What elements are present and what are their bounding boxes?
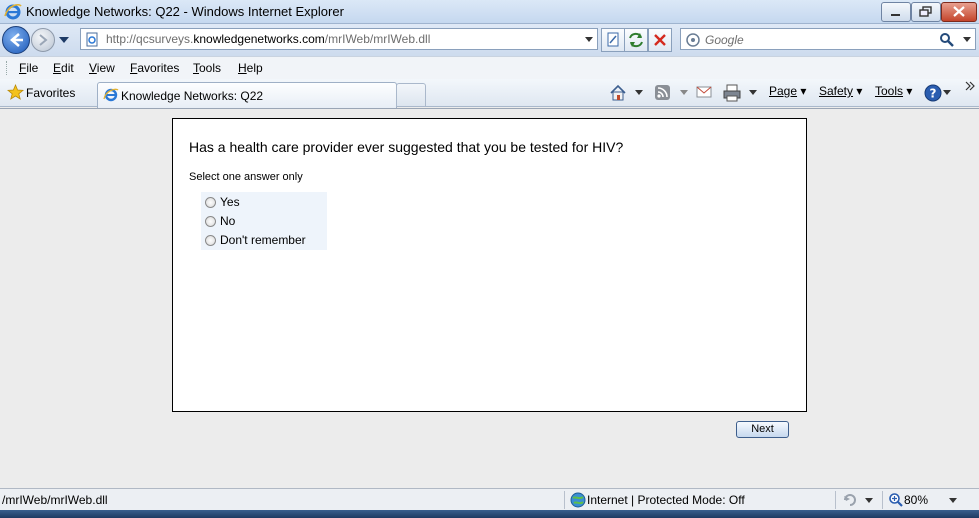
tools-menu-label: Tools xyxy=(875,84,904,98)
title-bar: Knowledge Networks: Q22 - Windows Intern… xyxy=(0,0,979,24)
forward-button[interactable] xyxy=(31,28,55,52)
chevron-right-icon[interactable] xyxy=(964,81,976,91)
favorites-label: Favorites xyxy=(26,86,76,100)
next-button[interactable]: Next xyxy=(736,421,789,438)
stop-icon xyxy=(654,34,666,46)
page-menu-label: Page xyxy=(769,84,798,98)
page-menu-button[interactable]: Page ▾ xyxy=(769,84,806,98)
tab-page-icon xyxy=(103,88,119,102)
answer-list: Yes No Don't remember xyxy=(201,192,327,250)
status-bar: /mrIWeb/mrIWeb.dll Internet | Protected … xyxy=(0,488,979,510)
radio-button-dont-remember[interactable] xyxy=(205,235,216,246)
feeds-dropdown-icon[interactable] xyxy=(679,89,689,97)
back-arrow-icon xyxy=(10,33,23,47)
stop-button[interactable] xyxy=(648,28,672,52)
zoom-icon[interactable] xyxy=(888,492,904,508)
menu-favorites[interactable]: Favorites xyxy=(130,61,179,75)
tab-label: Knowledge Networks: Q22 xyxy=(121,89,264,103)
popup-blocker-icon[interactable] xyxy=(842,492,858,508)
close-window-button[interactable] xyxy=(941,2,977,22)
help-dropdown-icon[interactable] xyxy=(942,89,952,97)
instruction-text: Select one answer only xyxy=(189,171,303,183)
safety-menu-button[interactable]: Safety ▾ xyxy=(819,84,862,98)
favorites-button[interactable]: Favorites xyxy=(4,82,81,104)
address-url: http://qcsurveys.knowledgenetworks.com/m… xyxy=(106,32,431,46)
status-divider xyxy=(835,491,836,509)
safety-menu-label: Safety xyxy=(819,84,854,98)
window-title: Knowledge Networks: Q22 - Windows Intern… xyxy=(26,4,344,19)
svg-text:?: ? xyxy=(930,87,937,101)
help-icon[interactable]: ? xyxy=(923,83,943,103)
print-icon[interactable] xyxy=(722,83,742,103)
forward-arrow-icon xyxy=(39,34,48,46)
navigation-bar: http://qcsurveys.knowledgenetworks.com/m… xyxy=(0,24,979,56)
compatibility-view-button[interactable] xyxy=(601,28,625,52)
question-text: Has a health care provider ever suggeste… xyxy=(189,139,624,155)
answer-label[interactable]: Yes xyxy=(220,195,240,209)
survey-panel: Has a health care provider ever suggeste… xyxy=(172,118,807,412)
status-divider xyxy=(564,491,565,509)
menu-help[interactable]: Help xyxy=(238,61,263,75)
popup-dropdown-icon[interactable] xyxy=(864,497,874,505)
address-bar[interactable]: http://qcsurveys.knowledgenetworks.com/m… xyxy=(80,28,598,50)
zoom-dropdown-icon[interactable] xyxy=(948,497,958,505)
search-provider-icon xyxy=(686,33,700,47)
read-mail-icon[interactable] xyxy=(696,85,712,99)
zoom-level[interactable]: 80% xyxy=(904,493,928,507)
answer-label[interactable]: No xyxy=(220,214,235,228)
menu-file[interactable]: File xyxy=(19,61,38,75)
restore-button[interactable] xyxy=(911,2,941,22)
minimize-icon xyxy=(891,14,900,16)
search-options-dropdown-icon[interactable] xyxy=(962,35,972,45)
search-box[interactable]: Google xyxy=(680,28,976,50)
status-text: /mrIWeb/mrIWeb.dll xyxy=(2,493,108,507)
search-icon[interactable] xyxy=(939,32,955,48)
restore-icon xyxy=(919,6,932,17)
refresh-button[interactable] xyxy=(624,28,648,52)
home-dropdown-icon[interactable] xyxy=(634,89,644,97)
home-icon[interactable] xyxy=(608,83,628,103)
taskbar xyxy=(0,510,979,518)
tools-menu-button[interactable]: Tools ▾ xyxy=(875,84,912,98)
refresh-icon xyxy=(629,32,643,48)
favorites-star-icon xyxy=(7,84,24,100)
back-button[interactable] xyxy=(2,26,30,54)
menu-grip xyxy=(6,61,10,75)
tab-knowledge-networks[interactable]: Knowledge Networks: Q22 xyxy=(97,82,397,108)
favorites-bar: Favorites Knowledge Networks: Q22 Page ▾… xyxy=(0,79,979,108)
page-icon xyxy=(86,32,98,47)
minimize-button[interactable] xyxy=(881,2,911,22)
menu-bar: File Edit View Favorites Tools Help xyxy=(0,56,979,79)
search-placeholder: Google xyxy=(705,33,744,47)
answer-option-yes[interactable]: Yes xyxy=(205,194,325,212)
menu-edit[interactable]: Edit xyxy=(53,61,74,75)
address-dropdown-icon[interactable] xyxy=(584,35,594,45)
compatibility-view-icon xyxy=(607,32,619,47)
close-icon xyxy=(953,6,965,17)
menu-view[interactable]: View xyxy=(89,61,115,75)
answer-label[interactable]: Don't remember xyxy=(220,233,306,247)
security-zone-text[interactable]: Internet | Protected Mode: Off xyxy=(587,493,745,507)
feeds-icon[interactable] xyxy=(654,84,671,101)
recent-pages-dropdown-icon[interactable] xyxy=(58,34,70,46)
new-tab-button[interactable] xyxy=(396,83,426,107)
menu-tools[interactable]: Tools xyxy=(193,61,221,75)
radio-button-yes[interactable] xyxy=(205,197,216,208)
answer-option-dont-remember[interactable]: Don't remember xyxy=(205,232,325,250)
print-dropdown-icon[interactable] xyxy=(748,89,758,97)
internet-zone-icon xyxy=(570,492,586,508)
ie-logo-icon xyxy=(4,3,22,20)
status-divider xyxy=(882,491,883,509)
answer-option-no[interactable]: No xyxy=(205,213,325,231)
radio-button-no[interactable] xyxy=(205,216,216,227)
